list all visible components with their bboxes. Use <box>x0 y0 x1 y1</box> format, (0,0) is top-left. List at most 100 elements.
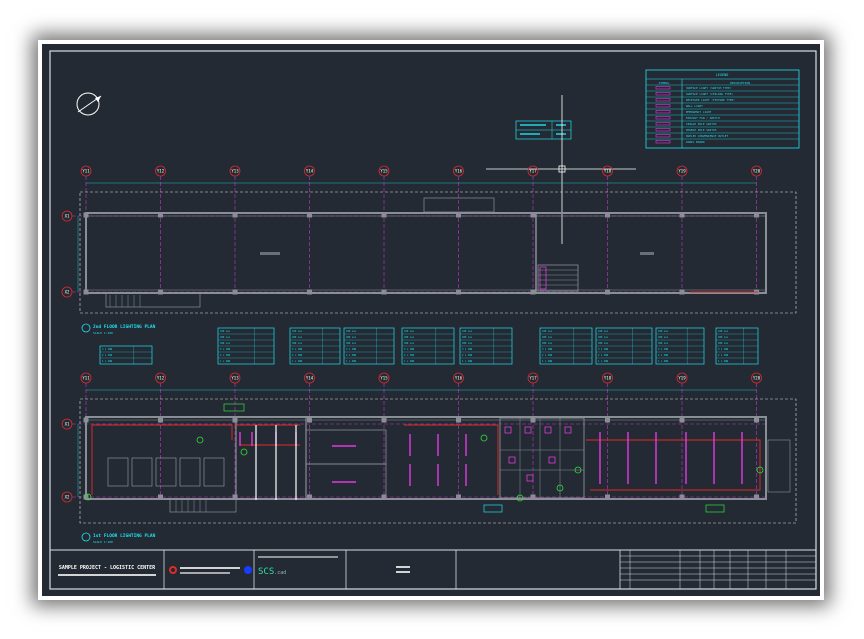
schedule-cell: 1 x 40W <box>220 360 231 363</box>
grid-column-label: Y13 <box>231 376 239 381</box>
schedule-cell: 3 x 18W <box>718 348 729 351</box>
schedule-cell: 300 Lux <box>718 342 729 345</box>
schedule-cell: 1 x 40W <box>718 360 729 363</box>
schedule-cell: 200 Lux <box>220 336 231 339</box>
grid-column-label: Y15 <box>380 169 388 174</box>
legend-row-label: DOUBLE POLE SWITCH <box>686 128 717 132</box>
legend-row-label: DUPLEX CONVENIENCE OUTLET <box>686 134 728 138</box>
grid-column-label: Y20 <box>753 169 761 174</box>
first-floor-plan-title-text: 1st FLOOR LIGHTING PLAN <box>93 533 156 539</box>
second-floor-plan-title-text: 2nd FLOOR LIGHTING PLAN <box>93 324 156 330</box>
schedule-cell: 1 x 40W <box>292 360 303 363</box>
schedule-cell: 2 x 36W <box>462 354 473 357</box>
grid-column-label: Y18 <box>604 169 612 174</box>
schedule-cell: 2 x 36W <box>718 354 729 357</box>
schedule-cell: 1 x 40W <box>102 360 113 363</box>
grid-column-label: Y13 <box>231 169 239 174</box>
schedule-cell: 2 x 36W <box>346 354 357 357</box>
legend-row-label: SINGLE POLE SWITCH <box>686 122 717 126</box>
schedule-cell: 200 Lux <box>542 336 553 339</box>
schedule-cell: 3 x 18W <box>292 348 303 351</box>
schedule-cell: 300 Lux <box>462 342 473 345</box>
legend-row-label: WALL LIGHT <box>686 104 703 108</box>
schedule-cell: 300 Lux <box>220 342 231 345</box>
schedule-cell: 300 Lux <box>598 342 609 345</box>
grid-column-label: Y20 <box>753 376 761 381</box>
schedule-cell: 200 Lux <box>598 336 609 339</box>
schedule-cell: 200 Lux <box>346 336 357 339</box>
legend-header-description: DESCRIPTION <box>730 81 750 85</box>
schedule-cell: 1 x 40W <box>598 360 609 363</box>
schedule-cell: 200 Lux <box>462 336 473 339</box>
grid-column-label: Y16 <box>455 376 463 381</box>
grid-column-label: Y16 <box>455 169 463 174</box>
schedule-cell: 100 Lux <box>542 330 553 333</box>
schedule-cell: 3 x 18W <box>220 348 231 351</box>
grid-row-label: X1 <box>65 422 70 427</box>
grid-column-label: Y11 <box>82 376 90 381</box>
schedule-cell: 3 x 18W <box>462 348 473 351</box>
schedule-cell: 3 x 18W <box>346 348 357 351</box>
grid-row-label: X2 <box>65 290 70 295</box>
grid-column-label: Y14 <box>306 376 314 381</box>
schedule-cell: 3 x 18W <box>102 348 113 351</box>
schedule-cell: 2 x 36W <box>292 354 303 357</box>
legend-row-label: SURFACE LIGHT (SWITCH TYPE) <box>686 86 732 90</box>
schedule-cell: 3 x 18W <box>542 348 553 351</box>
schedule-cell: 1 x 40W <box>542 360 553 363</box>
schedule-cell: 100 Lux <box>220 330 231 333</box>
legend-title: LEGEND <box>716 73 729 77</box>
schedule-cell: 100 Lux <box>292 330 303 333</box>
schedule-cell: 3 x 18W <box>404 348 415 351</box>
grid-column-label: Y19 <box>678 376 686 381</box>
schedule-cell: 3 x 18W <box>598 348 609 351</box>
schedule-cell: 200 Lux <box>658 336 669 339</box>
schedule-cell: 1 x 40W <box>346 360 357 363</box>
first-floor-plan-scale-text: SCALE 1:100 <box>93 540 113 544</box>
schedule-cell: 200 Lux <box>718 336 729 339</box>
legend-row-label: SURFACE LIGHT (CEILING TYPE) <box>686 92 733 96</box>
schedule-cell: 1 x 40W <box>404 360 415 363</box>
schedule-cell: 3 x 18W <box>658 348 669 351</box>
grid-column-label: Y17 <box>529 376 537 381</box>
grid-row-label: X1 <box>65 214 70 219</box>
grid-column-label: Y19 <box>678 169 686 174</box>
cad-drawing: LEGEND SYMBOL DESCRIPTION SURFACE LIGHT … <box>42 44 820 596</box>
schedule-cell: 1 x 40W <box>462 360 473 363</box>
grid-column-label: Y17 <box>529 169 537 174</box>
grid-column-label: Y12 <box>157 376 165 381</box>
schedule-cell: 100 Lux <box>462 330 473 333</box>
schedule-cell: 300 Lux <box>404 342 415 345</box>
schedule-cell: 300 Lux <box>542 342 553 345</box>
grid-column-label: Y18 <box>604 376 612 381</box>
schedule-cell: 100 Lux <box>404 330 415 333</box>
grid-row-label: X2 <box>65 495 70 500</box>
grid-column-label: Y15 <box>380 376 388 381</box>
legend-row-label: PANEL BOARD <box>686 140 705 144</box>
legend-row-label: EXHAUST FAN / SWITCH <box>686 116 720 120</box>
schedule-cell: 300 Lux <box>292 342 303 345</box>
schedule-cell: 2 x 36W <box>220 354 231 357</box>
schedule-cell: 2 x 36W <box>658 354 669 357</box>
legend-row-label: EMERGENCY LIGHT <box>686 110 712 114</box>
schedule-cell: 100 Lux <box>718 330 729 333</box>
schedule-cell: 300 Lux <box>658 342 669 345</box>
grid-column-label: Y12 <box>157 169 165 174</box>
schedule-cell: 100 Lux <box>598 330 609 333</box>
schedule-cell: 2 x 36W <box>598 354 609 357</box>
legend-header-symbol: SYMBOL <box>659 81 670 85</box>
schedule-cell: 100 Lux <box>346 330 357 333</box>
grid-column-label: Y11 <box>82 169 90 174</box>
schedule-cell: 2 x 36W <box>102 354 113 357</box>
second-floor-plan-scale-text: SCALE 1:100 <box>93 331 113 335</box>
schedule-cell: 200 Lux <box>404 336 415 339</box>
schedule-cell: 2 x 36W <box>404 354 415 357</box>
schedule-cell: 300 Lux <box>346 342 357 345</box>
schedule-cell: 1 x 40W <box>658 360 669 363</box>
legend-row-label: RECESSED LIGHT (FIXTURE TYPE) <box>686 98 735 102</box>
grid-column-label: Y14 <box>306 169 314 174</box>
schedule-cell: 100 Lux <box>658 330 669 333</box>
project-name: SAMPLE PROJECT - LOGISTIC CENTER <box>59 565 156 571</box>
schedule-cell: 2 x 36W <box>542 354 553 357</box>
client-logo-icon <box>244 566 252 574</box>
